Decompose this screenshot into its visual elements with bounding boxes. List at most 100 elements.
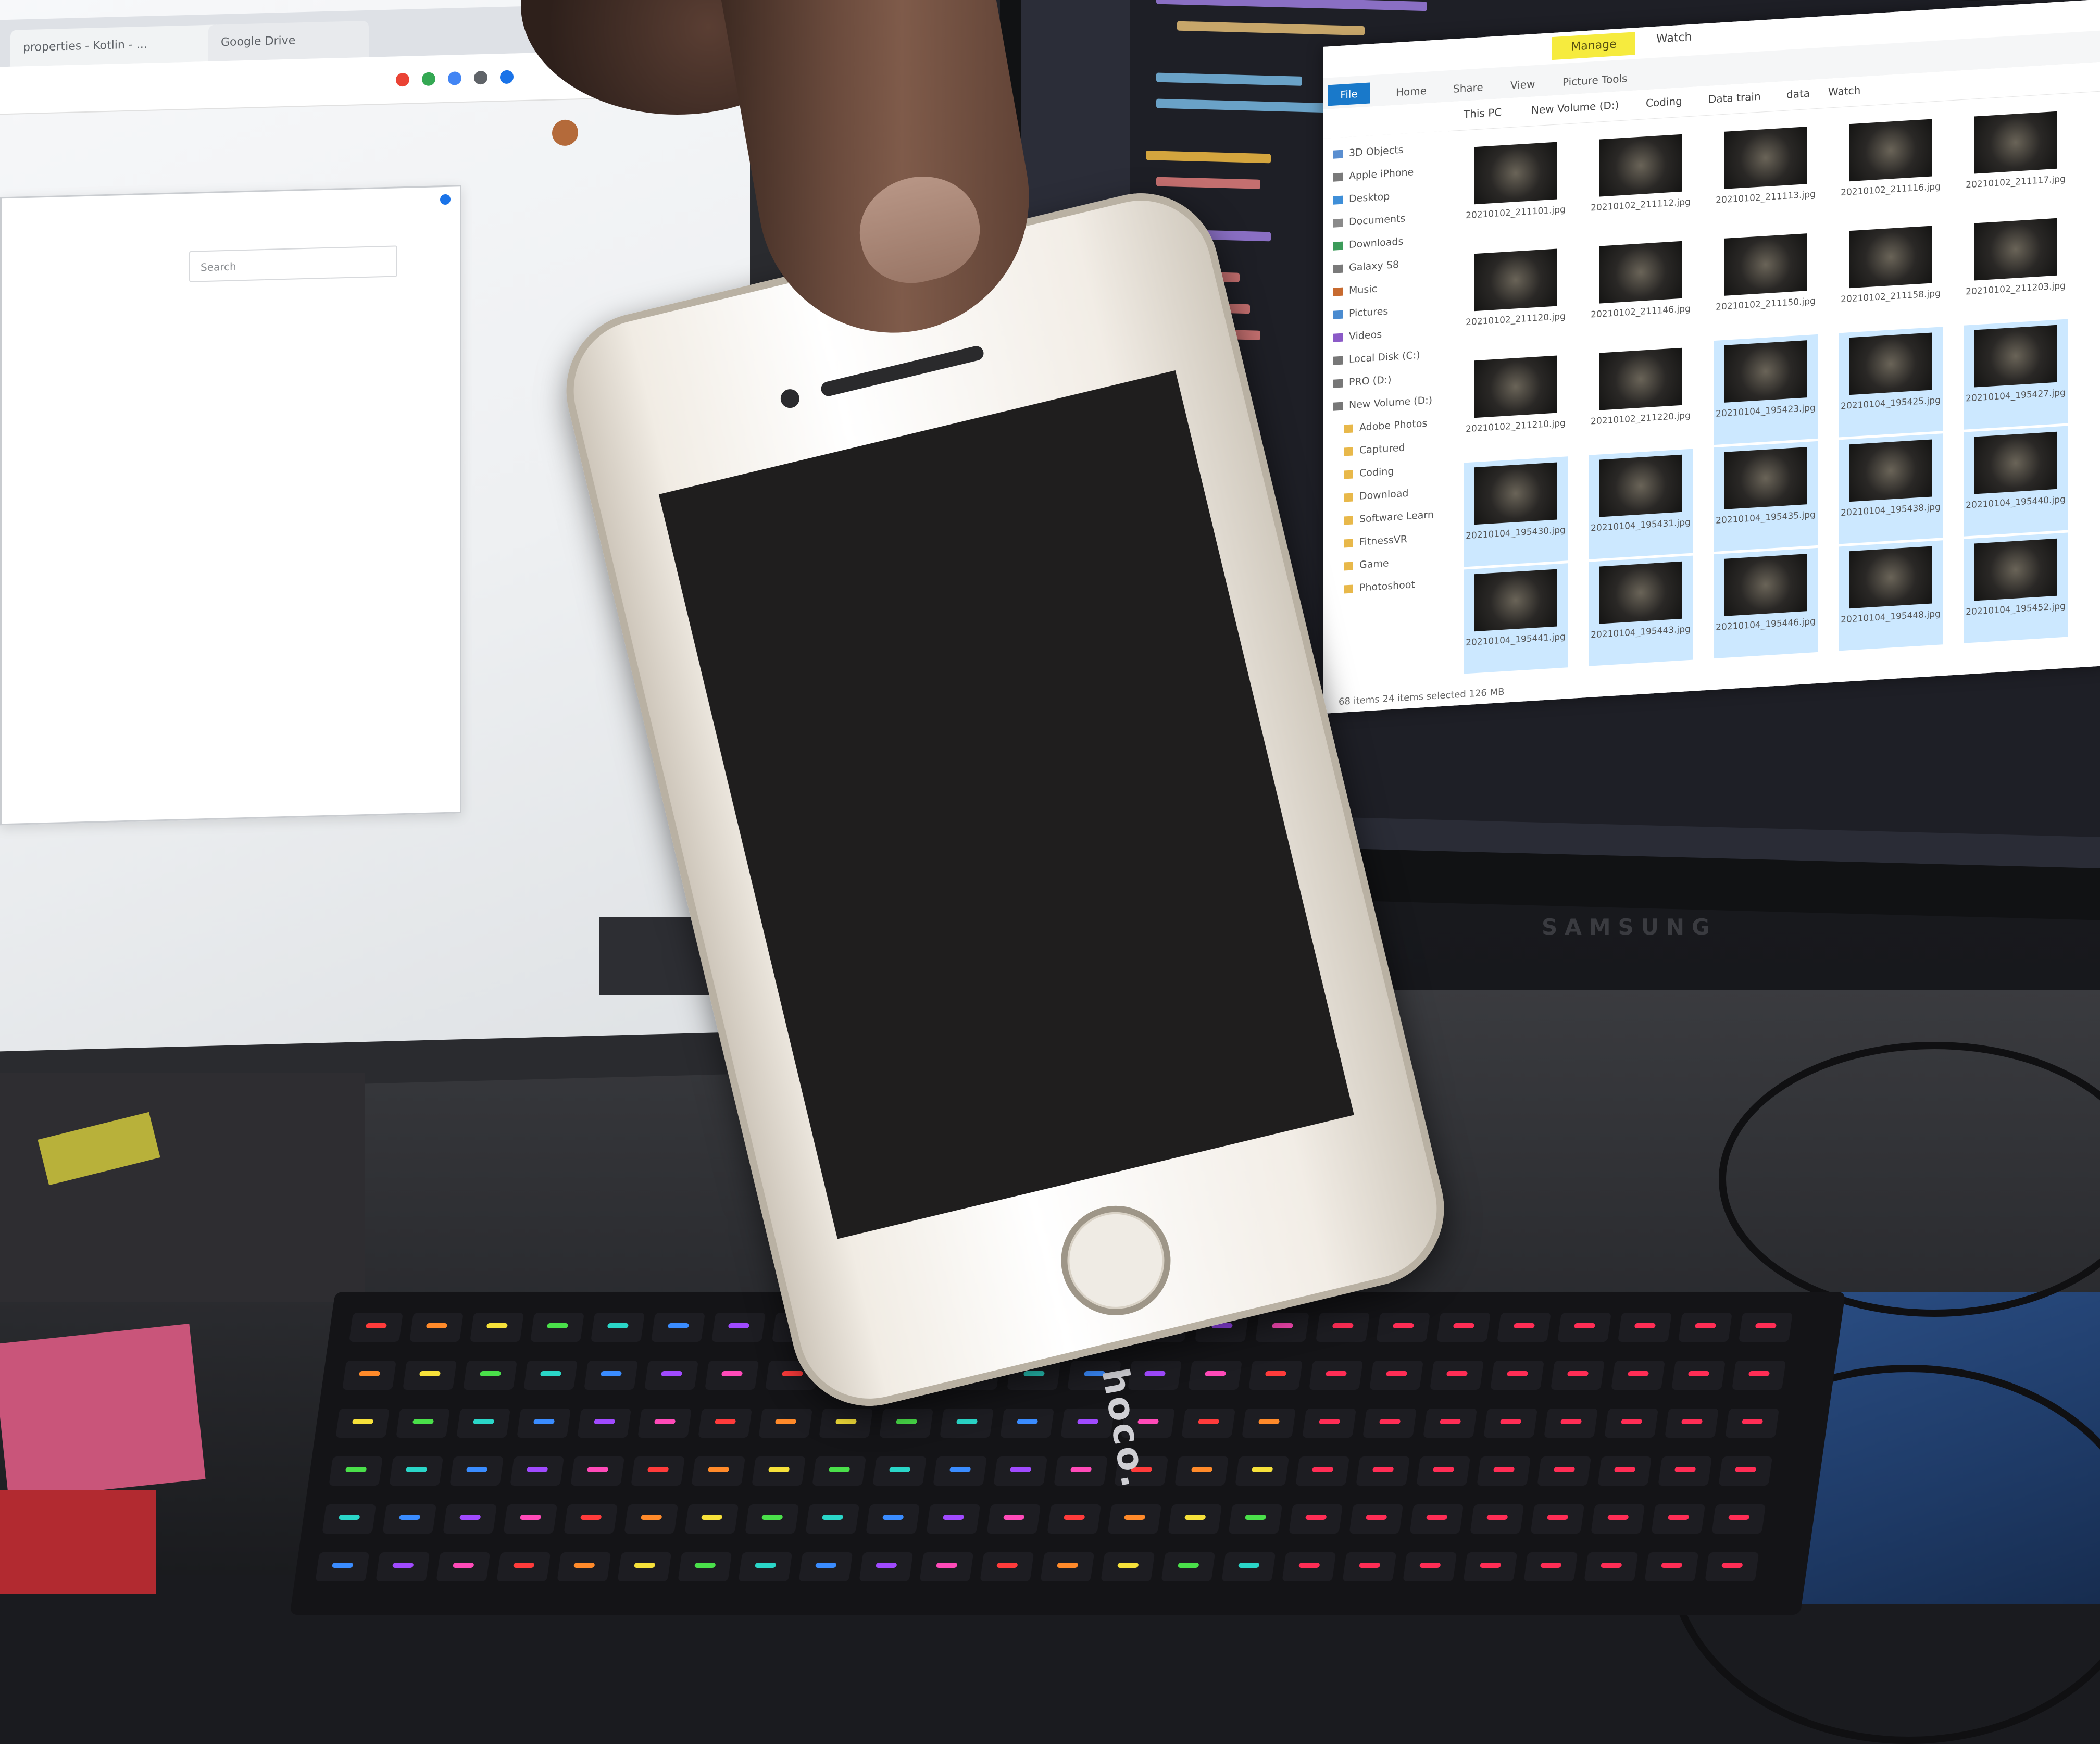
- file-thumbnail[interactable]: 20210102_211117.jpg: [1964, 106, 2068, 216]
- nav-item[interactable]: Software Learn: [1344, 509, 1434, 535]
- nav-item[interactable]: Downloads: [1333, 236, 1403, 261]
- key-backlight: [1271, 1323, 1294, 1328]
- ribbon-tab-share[interactable]: Share: [1453, 81, 1483, 95]
- nav-item[interactable]: 3D Objects: [1333, 144, 1404, 169]
- key-backlight: [641, 1515, 662, 1520]
- desk-clutter: [0, 1073, 365, 1302]
- keyboard-key: [1725, 1409, 1780, 1438]
- nav-item[interactable]: Apple iPhone: [1333, 166, 1414, 192]
- nav-item-label: PRO (D:): [1349, 373, 1392, 388]
- keyboard-key: [335, 1409, 390, 1438]
- key-backlight: [426, 1323, 448, 1328]
- keyboard-key: [1671, 1361, 1726, 1390]
- extension-icon[interactable]: [422, 72, 435, 86]
- keyboard-key: [1349, 1504, 1404, 1534]
- file-thumbnail[interactable]: 20210102_211203.jpg: [1964, 213, 2068, 323]
- key-backlight: [513, 1563, 535, 1568]
- keyboard-key: [1342, 1552, 1397, 1581]
- nav-item[interactable]: Captured: [1344, 442, 1405, 466]
- nav-item[interactable]: Desktop: [1333, 191, 1390, 215]
- nav-item[interactable]: Adobe Photos: [1344, 418, 1427, 444]
- breadcrumb-item[interactable]: New Volume (D:): [1531, 98, 1619, 116]
- keyboard-key: [1181, 1409, 1236, 1438]
- ribbon-tab-view[interactable]: View: [1510, 78, 1535, 92]
- key-backlight: [707, 1467, 730, 1472]
- browser-tab-2[interactable]: Google Drive: [208, 20, 369, 61]
- nav-item[interactable]: Galaxy S8: [1333, 259, 1399, 284]
- ribbon-tab-home[interactable]: Home: [1396, 84, 1427, 99]
- file-thumbnail[interactable]: 20210104_195425.jpg: [1839, 327, 1943, 438]
- extension-icon[interactable]: [474, 70, 488, 85]
- nav-item[interactable]: Download: [1344, 488, 1408, 513]
- key-backlight: [1016, 1419, 1039, 1424]
- file-thumbnail[interactable]: 20210102_211113.jpg: [1714, 121, 1818, 231]
- breadcrumb-item[interactable]: This PC: [1464, 106, 1502, 120]
- file-thumbnail[interactable]: 20210104_195452.jpg: [1964, 532, 2068, 643]
- keyboard-key: [711, 1313, 766, 1342]
- keyboard-key: [1168, 1504, 1222, 1534]
- file-thumbnail[interactable]: 20210102_211112.jpg: [1589, 129, 1693, 239]
- keyboard-key: [557, 1552, 611, 1581]
- nav-item[interactable]: Music: [1333, 283, 1377, 307]
- keyboard-key: [1497, 1313, 1551, 1342]
- nav-item[interactable]: Documents: [1333, 213, 1405, 238]
- nav-item[interactable]: Local Disk (C:): [1333, 350, 1420, 376]
- nav-item[interactable]: Photoshoot: [1344, 579, 1415, 604]
- nav-item[interactable]: PRO (D:): [1333, 374, 1392, 398]
- file-thumbnail[interactable]: 20210104_195435.jpg: [1714, 441, 1818, 552]
- keyboard-key: [678, 1552, 732, 1581]
- nav-item[interactable]: FitnessVR: [1344, 533, 1407, 558]
- key-backlight: [1567, 1371, 1589, 1376]
- nav-item[interactable]: Coding: [1344, 466, 1394, 490]
- key-backlight: [1486, 1515, 1508, 1520]
- file-thumbnail[interactable]: 20210102_211210.jpg: [1464, 350, 1568, 460]
- file-thumbnail[interactable]: 20210102_211146.jpg: [1589, 235, 1693, 346]
- extension-icon[interactable]: [396, 72, 409, 87]
- dialog-search-input[interactable]: Search: [189, 245, 397, 282]
- browser-tab-1[interactable]: properties - Kotlin - ...: [10, 24, 223, 67]
- file-tab[interactable]: File: [1328, 82, 1370, 106]
- keyboard-key: [1430, 1361, 1484, 1390]
- keyboard-key: [1597, 1456, 1652, 1486]
- folder-icon: [1344, 423, 1353, 433]
- file-thumbnail[interactable]: 20210102_211101.jpg: [1464, 136, 1568, 246]
- key-backlight: [768, 1467, 790, 1472]
- file-thumbnail[interactable]: 20210102_211150.jpg: [1714, 228, 1818, 338]
- thumbnail-image: [1974, 325, 2057, 388]
- nav-item[interactable]: Pictures: [1333, 305, 1388, 329]
- folder-icon: [1344, 469, 1353, 479]
- breadcrumb-item[interactable]: data: [1786, 87, 1810, 101]
- folder-icon: [1344, 584, 1353, 594]
- file-thumbnail[interactable]: 20210102_211158.jpg: [1839, 220, 1943, 330]
- file-thumbnail[interactable]: 20210104_195427.jpg: [1964, 319, 2068, 430]
- file-thumbnail[interactable]: 20210102_211220.jpg: [1589, 342, 1693, 453]
- key-backlight: [365, 1323, 388, 1328]
- file-thumbnail[interactable]: 20210104_195423.jpg: [1714, 334, 1818, 445]
- thumbnail-image: [1474, 355, 1557, 418]
- file-thumbnail[interactable]: 20210102_211116.jpg: [1839, 113, 1943, 223]
- keyboard-key: [1651, 1504, 1706, 1534]
- nav-item[interactable]: Videos: [1333, 329, 1382, 353]
- ribbon-tab-picture-tools[interactable]: Picture Tools: [1562, 72, 1627, 89]
- avatar[interactable]: [552, 119, 578, 146]
- file-thumbnail[interactable]: 20210104_195431.jpg: [1589, 449, 1693, 559]
- thumbnail-image: [1974, 431, 2057, 494]
- file-thumbnail[interactable]: 20210104_195443.jpg: [1589, 555, 1693, 666]
- breadcrumb-item[interactable]: Coding: [1646, 95, 1682, 109]
- file-thumbnail[interactable]: 20210104_195441.jpg: [1464, 563, 1568, 674]
- breadcrumb-item[interactable]: Watch: [1828, 84, 1860, 98]
- file-thumbnail[interactable]: 20210104_195440.jpg: [1964, 426, 2068, 537]
- breadcrumb-item[interactable]: Data train: [1708, 90, 1761, 106]
- file-thumbnail[interactable]: 20210104_195446.jpg: [1714, 547, 1818, 659]
- extension-icon[interactable]: [448, 71, 461, 85]
- file-thumbnail[interactable]: 20210104_195438.jpg: [1839, 433, 1943, 544]
- manage-tab[interactable]: Manage: [1552, 32, 1635, 60]
- file-thumbnail[interactable]: 20210104_195448.jpg: [1839, 540, 1943, 651]
- nav-item[interactable]: New Volume (D:): [1333, 394, 1432, 421]
- file-thumbnail[interactable]: 20210104_195430.jpg: [1464, 456, 1568, 567]
- keyboard-key: [409, 1313, 464, 1342]
- extension-icon[interactable]: [500, 70, 514, 84]
- nav-item[interactable]: Game: [1344, 557, 1389, 581]
- file-thumbnail[interactable]: 20210102_211120.jpg: [1464, 243, 1568, 353]
- key-backlight: [1385, 1371, 1408, 1376]
